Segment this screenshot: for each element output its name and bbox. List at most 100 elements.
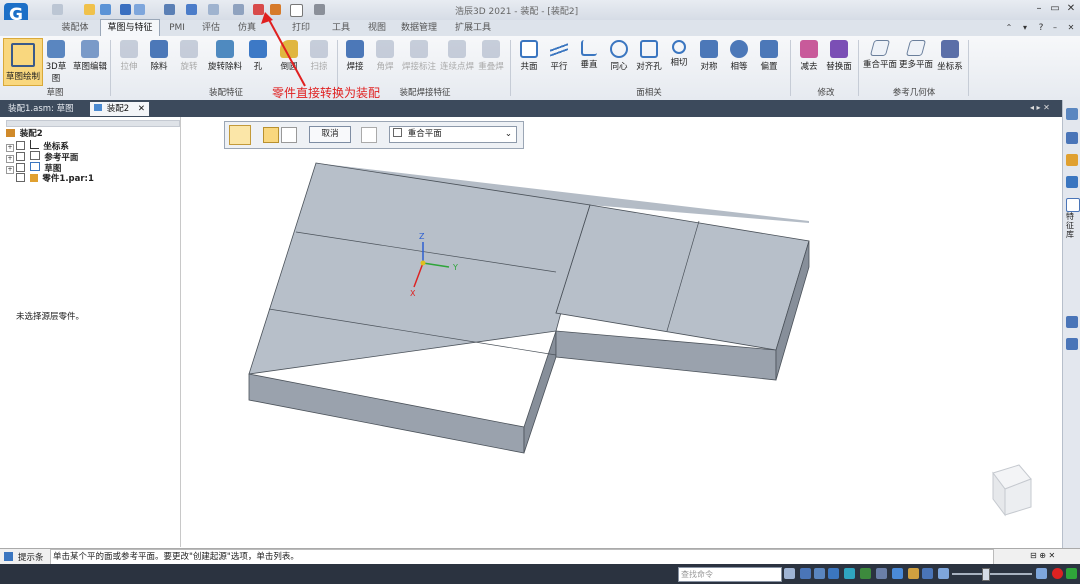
tools-icon[interactable] <box>233 4 244 15</box>
command-step-icon[interactable] <box>229 125 251 145</box>
fillet-weld-button[interactable]: 角焊 <box>372 40 398 72</box>
zoom-out-icon[interactable] <box>938 568 949 579</box>
select-face-icon[interactable] <box>263 127 279 143</box>
right-tool-icon[interactable] <box>1066 154 1078 166</box>
doc-minimize-icon[interactable]: – <box>1048 21 1062 35</box>
plane-select[interactable]: 重合平面 ⌄ <box>389 126 517 143</box>
symmetric-button[interactable]: 对称 <box>696 40 722 72</box>
right-tool-icon[interactable] <box>1066 338 1078 350</box>
right-tool-icon[interactable] <box>1066 132 1078 144</box>
tree-item-part[interactable]: 零件1.par:1 <box>16 173 94 184</box>
doc-tab-assembly2[interactable]: 装配2 ✕ <box>90 102 149 116</box>
help-icon[interactable] <box>1066 176 1078 188</box>
pan-icon[interactable] <box>844 568 855 579</box>
tab-evaluate[interactable]: 评估 <box>196 20 226 36</box>
feature-library-label[interactable]: 特征库 <box>1066 212 1078 239</box>
model-side-face-inner[interactable] <box>523 330 557 454</box>
tab-tools[interactable]: 工具 <box>326 20 356 36</box>
cut-button[interactable]: 除料 <box>146 40 172 72</box>
coordinate-system-button[interactable]: 坐标系 <box>934 40 966 72</box>
save-as-icon[interactable] <box>134 4 145 15</box>
visibility-checkbox[interactable] <box>16 163 25 172</box>
undo-icon[interactable] <box>186 4 197 15</box>
revolve-button[interactable]: 旋转 <box>176 40 202 72</box>
feature-library-icon[interactable] <box>1066 198 1080 212</box>
tree-item-sketch[interactable]: + 草图 <box>6 162 61 174</box>
tab-data-management[interactable]: 数据管理 <box>398 20 440 36</box>
equal-button[interactable]: 相等 <box>726 40 752 72</box>
rotate-icon[interactable] <box>860 568 871 579</box>
tree-item-coordinate[interactable]: + 坐标系 <box>6 140 69 152</box>
zoom-slider-handle[interactable] <box>982 568 990 581</box>
align-hole-button[interactable]: 对齐孔 <box>634 40 664 72</box>
prompt-controls-icon[interactable]: ⊟ ⊕ ✕ <box>1030 551 1055 560</box>
close-icon[interactable]: ✕ <box>1064 2 1078 16</box>
visibility-checkbox[interactable] <box>16 173 25 182</box>
ribbon-collapse-icon[interactable]: ⌃ <box>1002 21 1016 35</box>
doc-tab-assembly1[interactable]: 装配1.asm: 草图 <box>4 102 78 116</box>
overlap-weld-button[interactable]: 重叠焊 <box>476 40 506 72</box>
weld-button[interactable]: 焊接 <box>342 40 368 72</box>
stop-icon[interactable] <box>1052 568 1063 579</box>
minimize-icon[interactable]: – <box>1032 2 1046 16</box>
replace-face-button[interactable]: 替换面 <box>824 40 854 72</box>
3d-viewport[interactable]: Z Y X <box>181 117 1061 547</box>
help-icon[interactable]: ? <box>1034 21 1048 35</box>
tab-sketch-feature[interactable]: 草图与特征 <box>100 19 160 36</box>
sketch-edit-button[interactable]: 草图编辑 <box>72 40 108 72</box>
doc-tab-close-icon[interactable]: ✕ <box>138 104 145 114</box>
customize-icon[interactable] <box>314 4 325 15</box>
revolve-cut-button[interactable]: 旋转除料 <box>206 40 244 72</box>
zoom-in-icon[interactable] <box>1036 568 1047 579</box>
3d-sketch-button[interactable]: 3D草图 <box>42 40 70 84</box>
visibility-checkbox[interactable] <box>16 141 25 150</box>
section-icon[interactable] <box>922 568 933 579</box>
offset-button[interactable]: 偏置 <box>756 40 782 72</box>
print-icon[interactable] <box>164 4 175 15</box>
tree-item-ref-planes[interactable]: + 参考平面 <box>6 151 78 163</box>
view-orient-icon[interactable] <box>876 568 887 579</box>
check-icon[interactable] <box>100 4 111 15</box>
doc-close-icon[interactable]: ✕ <box>1064 21 1078 35</box>
open-icon[interactable] <box>84 4 95 15</box>
view-icon[interactable] <box>784 568 795 579</box>
right-tool-icon[interactable] <box>1066 108 1078 120</box>
cancel-button[interactable]: 取消 <box>309 126 351 143</box>
coplanar-button[interactable]: 共面 <box>516 40 542 72</box>
doc-tabs-scroll-icon[interactable]: ◂ ▸ ✕ <box>1030 103 1050 112</box>
options-icon[interactable] <box>361 127 377 143</box>
coincident-plane-button[interactable]: 重合平面 <box>862 40 898 70</box>
ribbon-expand-icon[interactable]: ▾ <box>1018 21 1032 35</box>
command-search-input[interactable]: 查找命令 <box>678 567 782 582</box>
tab-assembly[interactable]: 装配体 <box>52 20 98 36</box>
panel-grip[interactable] <box>6 120 180 127</box>
display-icon[interactable] <box>908 568 919 579</box>
fit-icon[interactable] <box>828 568 839 579</box>
new-icon[interactable] <box>52 4 63 15</box>
model-view[interactable]: Z Y X <box>181 117 1061 547</box>
expand-icon[interactable]: + <box>6 166 14 174</box>
zoom-area-icon[interactable] <box>814 568 825 579</box>
tab-pmi[interactable]: PMI <box>162 20 192 36</box>
right-tool-icon[interactable] <box>1066 316 1078 328</box>
model-front-face[interactable] <box>248 373 525 454</box>
tab-view[interactable]: 视图 <box>362 20 392 36</box>
zoom-icon[interactable] <box>800 568 811 579</box>
restore-icon[interactable]: ▭ <box>1048 2 1062 16</box>
more-planes-button[interactable]: 更多平面 <box>898 40 934 70</box>
save-icon[interactable] <box>120 4 131 15</box>
spot-weld-button[interactable]: 连续点焊 <box>438 40 476 72</box>
tangent-button[interactable]: 相切 <box>666 40 692 68</box>
perpendicular-button[interactable]: 垂直 <box>576 40 602 70</box>
redo-icon[interactable] <box>208 4 219 15</box>
visibility-checkbox[interactable] <box>16 152 25 161</box>
extrude-button[interactable]: 拉伸 <box>116 40 142 72</box>
edit-icon[interactable] <box>281 127 297 143</box>
sketch-button[interactable]: 草图绘制 <box>3 38 43 86</box>
subtract-button[interactable]: 减去 <box>796 40 822 72</box>
tree-root[interactable]: 装配2 <box>6 129 43 140</box>
status-icon[interactable] <box>1066 568 1077 579</box>
tab-extensions[interactable]: 扩展工具 <box>452 20 494 36</box>
parallel-button[interactable]: 平行 <box>546 40 572 72</box>
shading-icon[interactable] <box>892 568 903 579</box>
